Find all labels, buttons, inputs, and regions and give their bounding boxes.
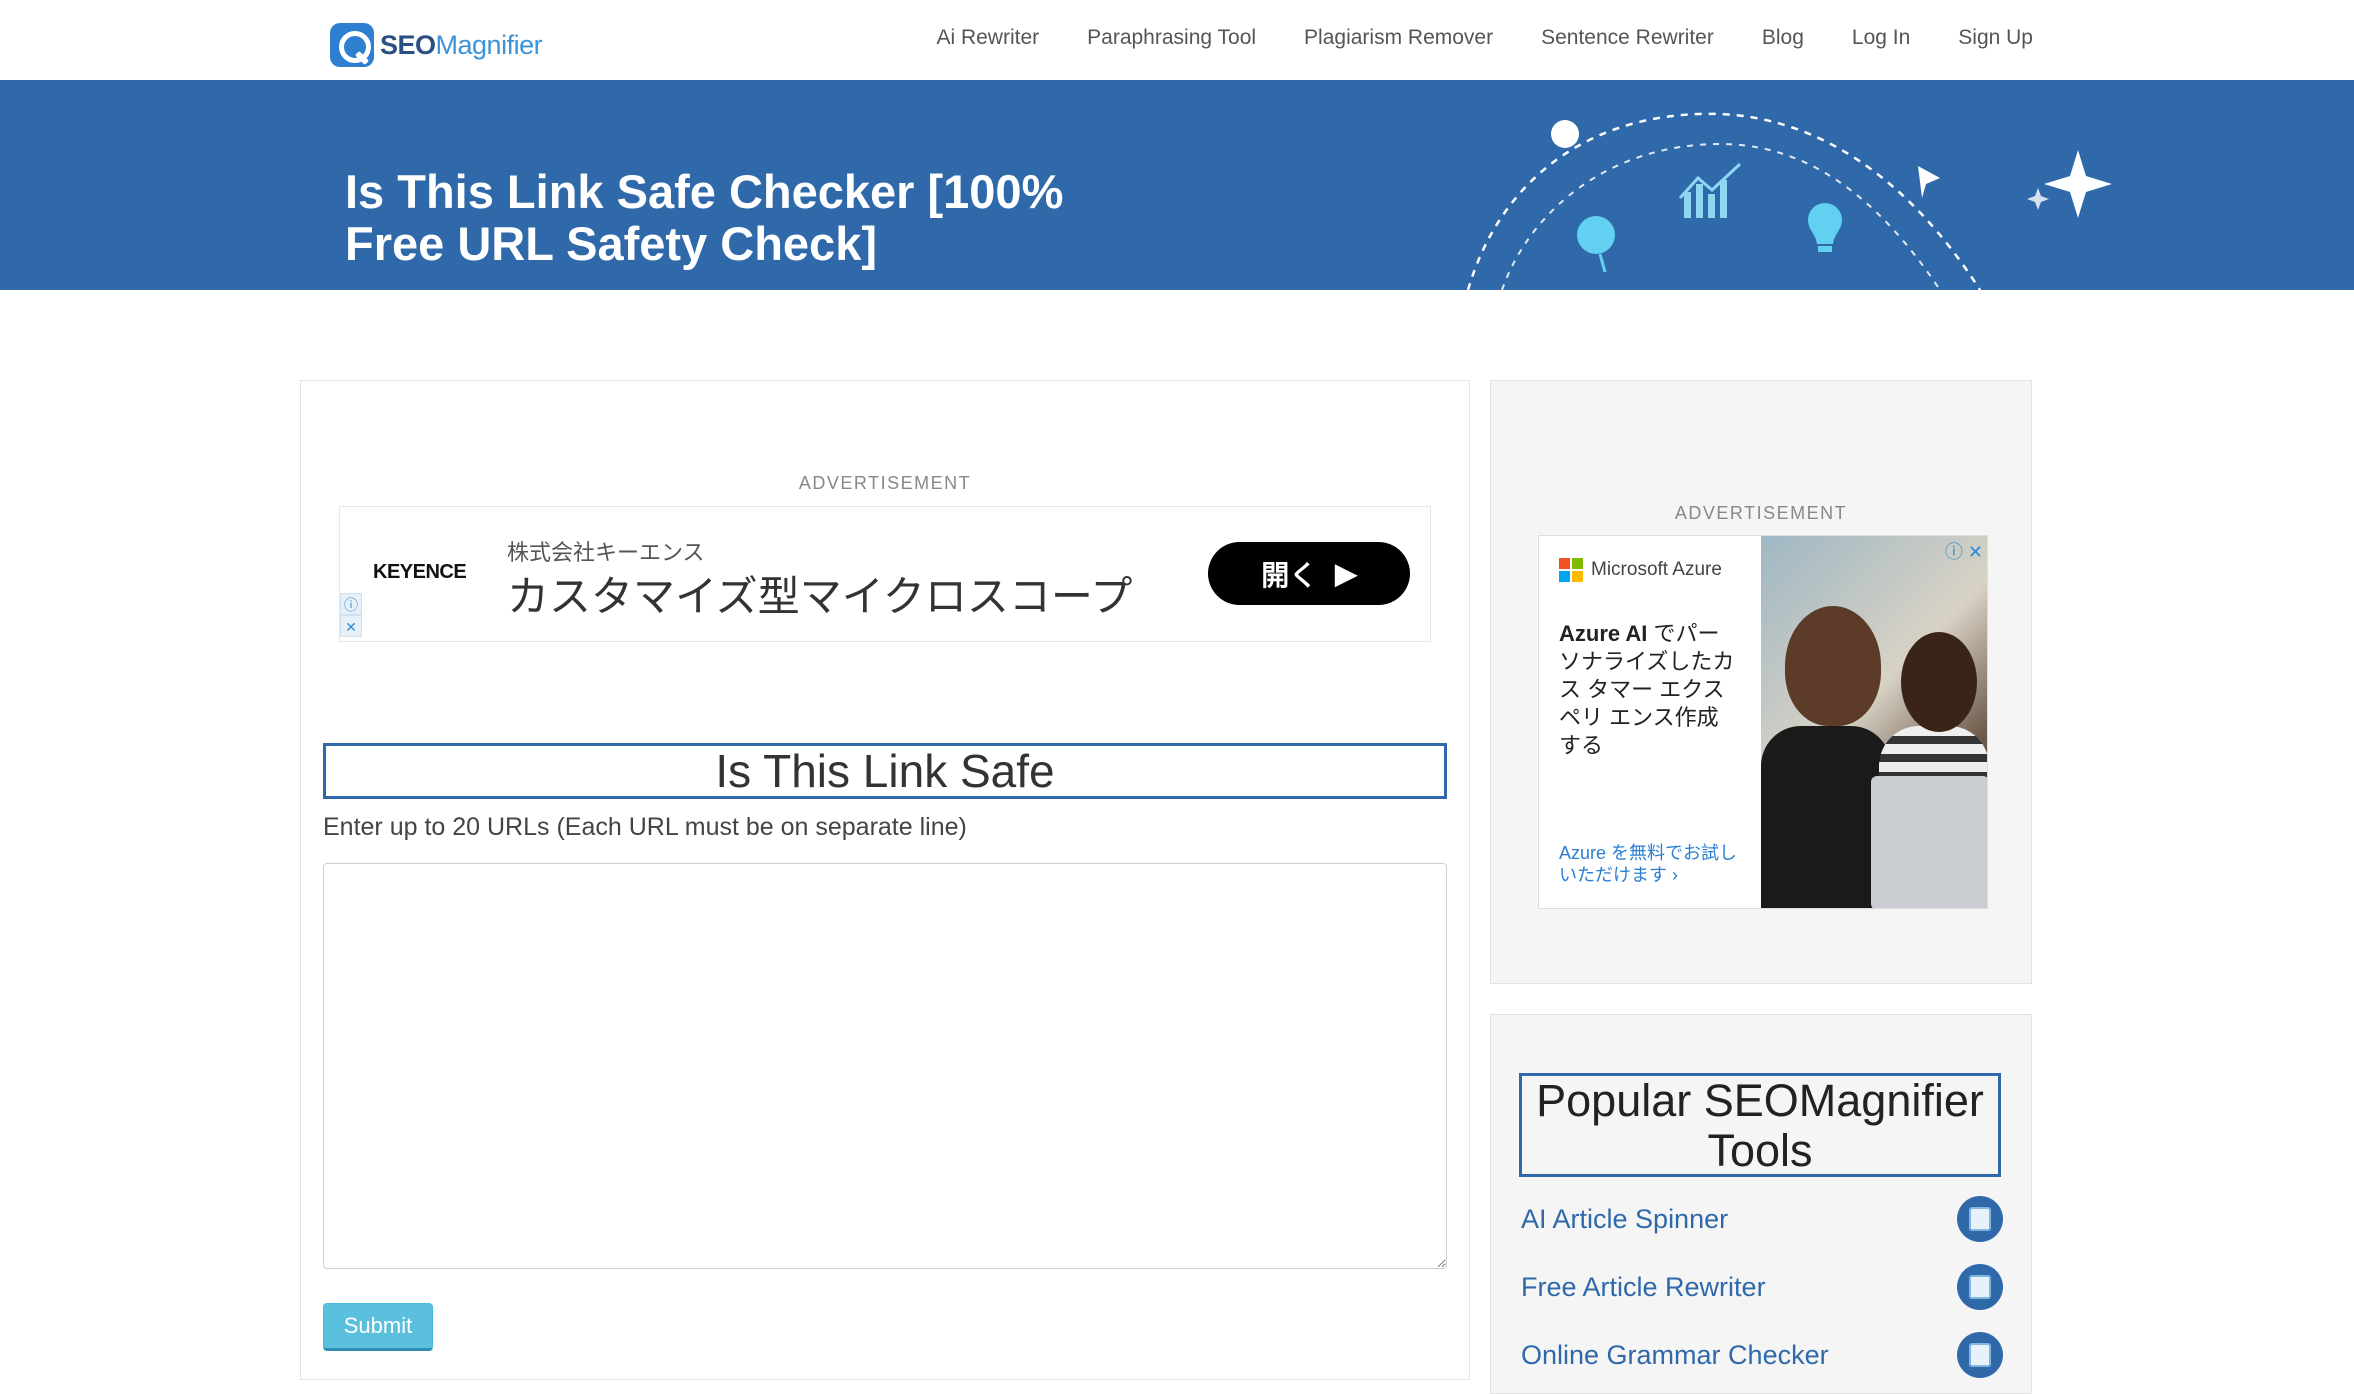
ad-label: ADVERTISEMENT bbox=[798, 473, 972, 493]
article-spinner-icon bbox=[1957, 1196, 2003, 1242]
keyence-ad-banner[interactable]: KEYENCE 株式会社キーエンス カスタマイズ型マイクロスコープ 開く ▶ ⓘ… bbox=[339, 506, 1431, 642]
grammar-checker-icon bbox=[1957, 1332, 2003, 1378]
tool-item[interactable]: Online Grammar Checker bbox=[1521, 1331, 2003, 1379]
ad-info-icon[interactable]: ⓘ bbox=[340, 593, 362, 615]
nav-ai-rewriter[interactable]: Ai Rewriter bbox=[936, 26, 1039, 50]
ad-headline: カスタマイズ型マイクロスコープ bbox=[507, 573, 1133, 620]
nav-plagiarism-remover[interactable]: Plagiarism Remover bbox=[1304, 26, 1493, 50]
nav-blog[interactable]: Blog bbox=[1762, 26, 1804, 50]
url-textarea[interactable] bbox=[323, 863, 1447, 1269]
site-logo[interactable]: SEOMagnifier bbox=[330, 22, 543, 68]
azure-ad-text: Azure AI でパーソナライズしたカス タマー エクスペリ エンス作成する bbox=[1559, 621, 1735, 758]
tool-item[interactable]: Free Article Rewriter bbox=[1521, 1263, 2003, 1311]
tool-heading: Is This Link Safe bbox=[323, 743, 1447, 799]
sidebar-ad-label: ADVERTISEMENT bbox=[1674, 503, 1848, 523]
ad-close-icon[interactable]: ⓘ ✕ bbox=[1945, 538, 1983, 564]
article-rewriter-icon bbox=[1957, 1264, 2003, 1310]
tool-item[interactable]: AI Article Spinner bbox=[1521, 1195, 2003, 1243]
top-navbar: SEOMagnifier Ai Rewriter Paraphrasing To… bbox=[0, 0, 2354, 80]
nav-sentence-rewriter[interactable]: Sentence Rewriter bbox=[1541, 26, 1714, 50]
tool-link-ai-article-spinner[interactable]: AI Article Spinner bbox=[1521, 1204, 1728, 1235]
submit-button[interactable]: Submit bbox=[323, 1303, 433, 1351]
ad-close-icon[interactable]: ✕ bbox=[340, 615, 362, 637]
ad-photo bbox=[1761, 536, 1987, 908]
ad-open-button[interactable]: 開く ▶ bbox=[1208, 542, 1410, 605]
ad-open-label: 開く bbox=[1261, 559, 1318, 591]
popular-tools-heading: Popular SEOMagnifier Tools bbox=[1519, 1073, 2001, 1177]
azure-ad[interactable]: Microsoft Azure Azure AI でパーソナライズしたカス タマ… bbox=[1538, 535, 1988, 909]
page-title: Is This Link Safe Checker [100% Free URL… bbox=[345, 165, 1064, 270]
ad-brand: KEYENCE bbox=[373, 561, 467, 583]
azure-brand-text: Microsoft Azure bbox=[1591, 559, 1722, 580]
logo-text: SEOMagnifier bbox=[380, 29, 543, 60]
azure-brand: Microsoft Azure bbox=[1559, 558, 1722, 582]
microsoft-logo-icon bbox=[1559, 558, 1583, 582]
play-arrow-icon: ▶ bbox=[1335, 558, 1357, 589]
nav-log-in[interactable]: Log In bbox=[1852, 26, 1910, 50]
main-nav: Ai Rewriter Paraphrasing Tool Plagiarism… bbox=[936, 26, 2033, 50]
banner-illustration-icon bbox=[1466, 112, 2112, 290]
page-banner: Is This Link Safe Checker [100% Free URL… bbox=[0, 80, 2354, 290]
azure-ad-cta[interactable]: Azure を無料でお試しいただけます › bbox=[1559, 842, 1749, 886]
nav-paraphrasing-tool[interactable]: Paraphrasing Tool bbox=[1087, 26, 1256, 50]
magnifier-logo-icon bbox=[330, 23, 374, 67]
tool-link-online-grammar-checker[interactable]: Online Grammar Checker bbox=[1521, 1340, 1829, 1371]
tool-instructions: Enter up to 20 URLs (Each URL must be on… bbox=[323, 813, 967, 841]
tool-card: ADVERTISEMENT KEYENCE 株式会社キーエンス カスタマイズ型マ… bbox=[300, 380, 1470, 1380]
nav-sign-up[interactable]: Sign Up bbox=[1958, 26, 2033, 50]
sidebar-ad-card: ADVERTISEMENT Microsoft Azure Azure AI で… bbox=[1490, 380, 2032, 984]
tool-link-free-article-rewriter[interactable]: Free Article Rewriter bbox=[1521, 1272, 1766, 1303]
popular-tools-card: Popular SEOMagnifier Tools AI Article Sp… bbox=[1490, 1014, 2032, 1394]
ad-controls: ⓘ ✕ bbox=[340, 593, 362, 637]
